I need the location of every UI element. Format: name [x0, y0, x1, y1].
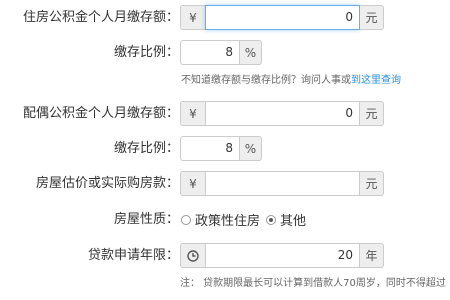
radio-policy-housing-label[interactable]: 政策性住房: [195, 210, 260, 229]
unit-addon: 元: [360, 101, 384, 126]
spouse-fund-ratio-input[interactable]: 8: [180, 136, 240, 161]
radio-policy-housing[interactable]: [181, 214, 191, 225]
unit-addon: 年: [360, 243, 384, 268]
note-text: 注： 贷款期限最长可以计算到借款人70周岁，同时不得超过: [180, 278, 446, 289]
query-link[interactable]: 到这里查询: [351, 75, 401, 86]
housing-fund-ratio-input[interactable]: 8: [180, 40, 240, 65]
currency-addon: ¥: [180, 171, 205, 196]
currency-addon: ¥: [180, 101, 205, 126]
housing-fund-monthly-input[interactable]: 0: [205, 5, 360, 30]
spouse-fund-ratio-label: 缴存比例：: [113, 141, 179, 156]
housing-fund-ratio-label: 缴存比例：: [113, 45, 179, 60]
house-price-group: ¥ 元: [180, 171, 384, 196]
housing-fund-monthly-label: 住房公积金个人月缴存额：: [22, 10, 179, 25]
house-type-radio-group: 政策性住房 其他: [181, 207, 306, 232]
currency-addon: ¥: [180, 5, 205, 30]
loan-years-input[interactable]: 20: [205, 243, 360, 268]
spouse-fund-monthly-label: 配偶公积金个人月缴存额：: [22, 106, 179, 121]
house-price-label: 房屋估价或实际购房款：: [35, 176, 179, 191]
hint-text: 不知道缴存额与缴存比例？询问人事或到这里查询: [181, 74, 401, 88]
percent-addon: %: [240, 136, 262, 161]
unit-addon: 元: [360, 5, 384, 30]
hint-message: 不知道缴存额与缴存比例？询问人事或: [181, 75, 351, 86]
unit-addon: 元: [360, 171, 384, 196]
housing-fund-ratio-group: 8 %: [180, 40, 262, 65]
spouse-fund-monthly-input[interactable]: 0: [205, 101, 360, 126]
house-price-input[interactable]: [205, 171, 360, 196]
percent-addon: %: [240, 40, 262, 65]
radio-other-label[interactable]: 其他: [280, 210, 306, 229]
spouse-fund-monthly-group: ¥ 0 元: [180, 101, 384, 126]
loan-years-label: 贷款申请年限：: [87, 248, 179, 263]
loan-years-group: 20 年: [180, 243, 384, 268]
house-type-label: 房屋性质：: [113, 212, 179, 227]
spouse-fund-ratio-group: 8 %: [180, 136, 262, 161]
radio-other[interactable]: [266, 214, 277, 225]
clock-icon: [180, 243, 205, 268]
housing-fund-monthly-group: ¥ 0 元: [180, 5, 384, 30]
